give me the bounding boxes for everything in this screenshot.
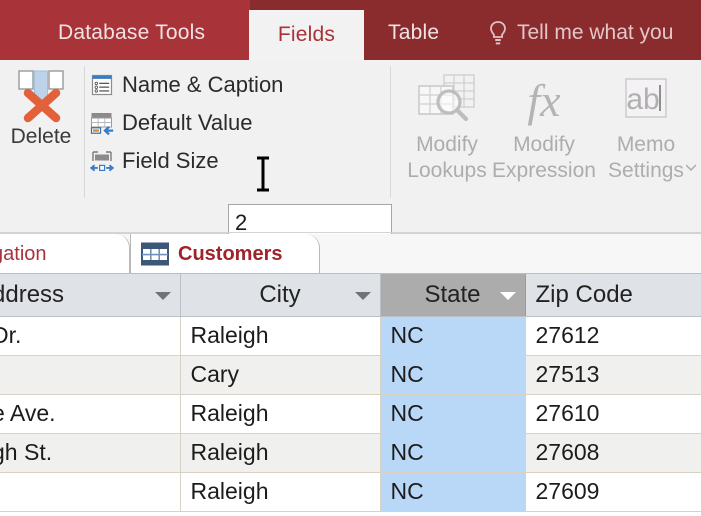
cell-city[interactable]: Raleigh [180, 394, 380, 433]
chevron-down-icon[interactable] [686, 164, 696, 171]
cell-address[interactable]: . [0, 355, 180, 394]
cell-address[interactable] [0, 472, 180, 511]
column-header-zip-code-label: Zip Code [536, 281, 633, 308]
tab-database-tools[interactable]: Database Tools [44, 8, 219, 58]
cell-zip[interactable]: 27513 [525, 355, 701, 394]
cell-city[interactable]: Raleigh [180, 433, 380, 472]
group-separator-left [84, 66, 85, 198]
column-header-city[interactable]: City [180, 274, 380, 316]
name-and-caption-label: Name & Caption [122, 74, 283, 96]
document-tab-navigation[interactable]: Navigation [0, 234, 130, 274]
cell-zip[interactable]: 27609 [525, 472, 701, 511]
column-header-city-label: City [259, 281, 300, 308]
cell-address[interactable]: gh St. [0, 433, 180, 472]
cell-state[interactable]: NC [380, 433, 525, 472]
cell-city[interactable]: Raleigh [180, 472, 380, 511]
cell-state[interactable]: NC [380, 394, 525, 433]
cell-state[interactable]: NC [380, 472, 525, 511]
memo-settings-icon-wrap: ab [615, 70, 677, 132]
column-filter-arrow-address-icon[interactable] [155, 292, 171, 300]
cell-address[interactable]: Dr. [0, 316, 180, 355]
tab-database-tools-label: Database Tools [58, 21, 205, 45]
text-cursor-icon [255, 156, 271, 192]
default-value-button[interactable]: Default Value [90, 106, 252, 140]
ribbon-bottom-border [0, 232, 701, 233]
svg-text:ab: ab [626, 83, 659, 116]
field-size-label: Field Size [122, 150, 219, 172]
memo-settings-line2: Settings [608, 158, 684, 184]
document-tab-customers[interactable]: Customers [130, 234, 320, 274]
delete-field-icon [15, 68, 67, 124]
ribbon-tab-strip: Database Tools Fields Table Tell me what… [0, 0, 701, 60]
cell-zip[interactable]: 27612 [525, 316, 701, 355]
modify-lookups-icon-wrap [416, 70, 478, 132]
delete-field-label: Delete [11, 125, 72, 149]
name-caption-icon [90, 73, 114, 97]
modify-expression-line1: Modify [513, 132, 575, 158]
default-value-icon [90, 111, 114, 135]
column-header-state[interactable]: State [380, 274, 525, 316]
cell-state[interactable]: NC [380, 355, 525, 394]
table-row[interactable]: gh St. Raleigh NC 27608 [0, 433, 701, 472]
tab-fields[interactable]: Fields [249, 10, 364, 60]
column-header-zip-code[interactable]: Zip Code [525, 274, 701, 316]
document-tab-navigation-label: Navigation [0, 243, 47, 266]
modify-lookups-icon [416, 72, 478, 130]
delete-field-button[interactable]: Delete [3, 62, 79, 170]
cell-zip[interactable]: 27608 [525, 433, 701, 472]
tab-table-label: Table [388, 21, 439, 45]
modify-expression-button[interactable]: fx Modify Expression [492, 62, 596, 190]
table-row[interactable]: . Cary NC 27513 [0, 355, 701, 394]
modify-lookups-button[interactable]: Modify Lookups [395, 62, 499, 190]
svg-text:fx: fx [527, 75, 561, 126]
cell-city[interactable]: Raleigh [180, 316, 380, 355]
column-header-address[interactable]: ddress [0, 274, 180, 316]
modify-lookups-line1: Modify [416, 132, 478, 158]
document-tab-customers-label: Customers [178, 243, 282, 266]
cell-state[interactable]: NC [380, 316, 525, 355]
cell-address[interactable]: e Ave. [0, 394, 180, 433]
fx-icon-wrap: fx [513, 70, 575, 132]
default-value-label: Default Value [122, 112, 252, 134]
memo-settings-button[interactable]: ab Memo Settings [594, 62, 698, 190]
datasheet-header-row: ddress City State Zip Code [0, 274, 701, 316]
table-row[interactable]: Dr. Raleigh NC 27612 [0, 316, 701, 355]
memo-settings-line1: Memo [617, 132, 675, 158]
access-window: Database Tools Fields Table Tell me what… [0, 0, 701, 516]
memo-settings-icon: ab [615, 72, 677, 130]
name-and-caption-button[interactable]: Name & Caption [90, 68, 283, 102]
field-size-icon [90, 149, 114, 173]
column-header-state-label: State [424, 281, 480, 308]
tell-me-box[interactable]: Tell me what you [488, 8, 673, 58]
tab-fields-label: Fields [278, 23, 335, 47]
table-icon [141, 242, 169, 266]
datasheet-table: ddress City State Zip Code [0, 274, 701, 512]
field-size-button[interactable]: Field Size [90, 144, 219, 178]
fx-icon: fx [513, 72, 575, 130]
tell-me-label: Tell me what you [517, 21, 673, 45]
column-header-address-label: ddress [0, 281, 64, 308]
tab-table[interactable]: Table [374, 8, 453, 58]
column-filter-arrow-state-icon[interactable] [500, 292, 516, 300]
column-filter-arrow-city-icon[interactable] [355, 292, 371, 300]
group-separator-right [390, 66, 391, 198]
lightbulb-icon [488, 20, 508, 46]
ribbon-body: Delete Name & Caption [0, 60, 701, 234]
modify-expression-line2: Expression [492, 158, 596, 184]
datasheet: ddress City State Zip Code [0, 274, 701, 516]
modify-lookups-line2: Lookups [407, 158, 486, 184]
cell-zip[interactable]: 27610 [525, 394, 701, 433]
cell-city[interactable]: Cary [180, 355, 380, 394]
table-row[interactable]: Raleigh NC 27609 [0, 472, 701, 511]
document-tab-bar: Navigation Customers [0, 234, 701, 274]
table-row[interactable]: e Ave. Raleigh NC 27610 [0, 394, 701, 433]
